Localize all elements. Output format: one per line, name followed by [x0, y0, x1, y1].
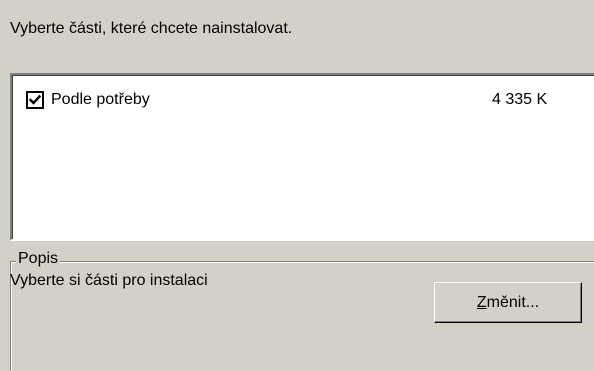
change-button-label: měnit... [486, 293, 540, 311]
change-button[interactable]: Změnit... [434, 282, 582, 323]
list-item[interactable]: Podle potřeby 4 335 K [26, 90, 586, 112]
component-label: Podle potřeby [51, 91, 150, 108]
description-text: Vyberte si části pro instalaci [10, 272, 208, 289]
component-checkbox[interactable] [26, 91, 44, 109]
checkmark-icon [29, 94, 41, 105]
groupbox-title: Popis [16, 250, 61, 268]
component-size: 4 335 K [492, 91, 548, 108]
instruction-text: Vyberte části, které chcete nainstalovat… [10, 20, 293, 37]
components-list[interactable]: Podle potřeby 4 335 K [10, 73, 594, 241]
change-button-accel: Z [476, 293, 487, 311]
